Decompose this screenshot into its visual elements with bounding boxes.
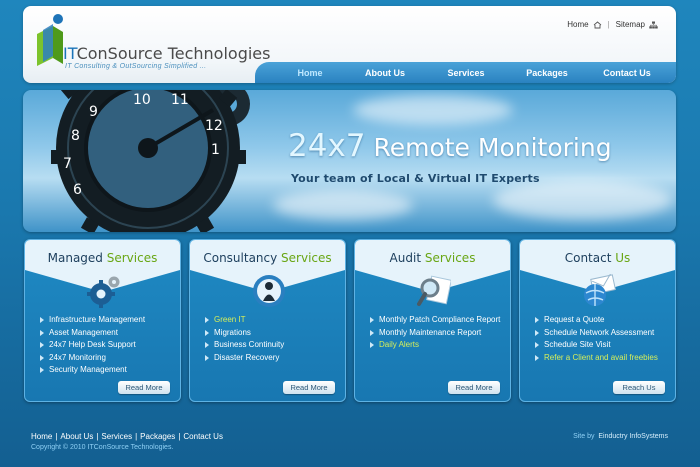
logo-icon[interactable]: [31, 12, 67, 70]
list-item[interactable]: Daily Alerts: [369, 339, 509, 352]
read-more-button[interactable]: Read More: [118, 381, 170, 394]
box-title-highlight: Services: [424, 251, 476, 265]
nav-item-services[interactable]: Services: [425, 68, 507, 78]
banner-subtitle: Your team of Local & Virtual IT Experts: [291, 172, 540, 185]
tagline: IT Consulting & OutSourcing Simplified .…: [65, 63, 207, 70]
magnifier-icon: [417, 275, 451, 306]
service-list: Monthly Patch Compliance Report Monthly …: [369, 314, 509, 352]
box-title: Audit Services: [355, 251, 510, 265]
list-item[interactable]: Request a Quote: [534, 314, 674, 327]
clock-number: 12: [205, 118, 223, 134]
top-links-separator: |: [607, 20, 610, 29]
box-title-main: Audit: [389, 251, 425, 265]
cloud-shape: [273, 190, 413, 220]
home-icon: [593, 20, 601, 28]
box-title-highlight: Us: [615, 251, 631, 265]
list-item[interactable]: Schedule Site Visit: [534, 339, 674, 352]
sitemap-icon: [649, 21, 658, 28]
site-by-label: Site by: [573, 433, 595, 440]
box-title: Managed Services: [25, 251, 180, 265]
box-title: Consultancy Services: [190, 251, 345, 265]
list-item[interactable]: Migrations: [204, 327, 344, 340]
list-item[interactable]: 24x7 Monitoring: [39, 352, 179, 365]
clock-number: 8: [71, 128, 80, 144]
service-list: Green IT Migrations Business Continuity …: [204, 314, 344, 364]
list-item[interactable]: Business Continuity: [204, 339, 344, 352]
managed-services-box: Managed Services Infrastructure Manageme…: [24, 239, 181, 402]
service-list: Request a Quote Schedule Network Assessm…: [534, 314, 674, 364]
read-more-button[interactable]: Read More: [448, 381, 500, 394]
mail-globe-icon: [584, 274, 616, 306]
banner-title-number: 24x7: [288, 128, 366, 164]
footer-separator: |: [96, 432, 99, 441]
reach-us-button[interactable]: Reach Us: [613, 381, 665, 394]
top-link-sitemap-label: Sitemap: [615, 20, 645, 29]
logo-prefix: IT: [63, 44, 77, 63]
list-item[interactable]: Security Management: [39, 364, 179, 377]
box-title-main: Contact: [564, 251, 616, 265]
cloud-shape: [353, 95, 513, 125]
footer-link-services[interactable]: Services: [101, 432, 132, 441]
logo-rest: ConSource Technologies: [76, 44, 271, 63]
top-links: Home | Sitemap: [567, 20, 658, 29]
list-item[interactable]: Monthly Maintenance Report: [369, 327, 509, 340]
consultancy-services-box: Consultancy Services Green IT Migrations…: [189, 239, 346, 402]
clock-number: 6: [73, 182, 82, 198]
list-item[interactable]: Infrastructure Management: [39, 314, 179, 327]
consultant-icon: [253, 275, 285, 307]
gears-icon: [87, 276, 120, 308]
main-nav: Home About Us Services Packages Contact …: [255, 62, 676, 83]
footer-nav: Home | About Us | Services | Packages | Contact …: [31, 432, 223, 441]
clock-number: 7: [63, 156, 72, 172]
site-by-credit: Site by Einductry InfoSystems: [573, 433, 668, 440]
list-item[interactable]: Asset Management: [39, 327, 179, 340]
logo-text[interactable]: ITConSource Technologies: [63, 44, 270, 63]
contact-us-box: Contact Us Request a Quote Schedule Netw…: [519, 239, 676, 402]
read-more-button[interactable]: Read More: [283, 381, 335, 394]
nav-item-contact-us[interactable]: Contact Us: [587, 68, 667, 78]
box-title-main: Consultancy: [203, 251, 282, 265]
list-item[interactable]: Monthly Patch Compliance Report: [369, 314, 509, 327]
top-link-sitemap[interactable]: Sitemap: [616, 20, 658, 29]
service-list: Infrastructure Management Asset Manageme…: [39, 314, 179, 377]
copyright-text: Copyright © 2010 ITConSource Technologie…: [31, 444, 174, 451]
banner-title-text: Remote Monitoring: [365, 133, 612, 162]
site-by-link[interactable]: Einductry InfoSystems: [598, 433, 668, 440]
list-item[interactable]: Green IT: [204, 314, 344, 327]
list-item[interactable]: Refer a Client and avail freebies: [534, 352, 674, 365]
clock-number: 1: [211, 142, 220, 158]
list-item[interactable]: 24x7 Help Desk Support: [39, 339, 179, 352]
clock-number: 9: [89, 104, 98, 120]
top-link-home[interactable]: Home: [567, 20, 601, 29]
hero-banner: 6 7 8 9 10 11 12 1 24x7 Remote Monitorin…: [23, 90, 676, 232]
nav-item-home[interactable]: Home: [275, 68, 345, 78]
clock-gear-graphic: 6 7 8 9 10 11 12 1: [51, 90, 250, 232]
nav-item-packages[interactable]: Packages: [507, 68, 587, 78]
footer-separator: |: [55, 432, 58, 441]
audit-services-box: Audit Services Monthly Patch Compliance …: [354, 239, 511, 402]
box-title: Contact Us: [520, 251, 675, 265]
list-item[interactable]: Schedule Network Assessment: [534, 327, 674, 340]
box-title-highlight: Services: [281, 251, 332, 265]
clock-number: 11: [171, 92, 189, 108]
footer-separator: |: [178, 432, 181, 441]
footer-link-home[interactable]: Home: [31, 432, 52, 441]
box-title-highlight: Services: [106, 251, 158, 265]
clock-number: 10: [133, 92, 151, 108]
box-title-main: Managed: [47, 251, 107, 265]
site-header: ITConSource Technologies IT Consulting &…: [23, 6, 676, 83]
footer-separator: |: [135, 432, 138, 441]
footer-link-packages[interactable]: Packages: [140, 432, 175, 441]
footer-link-about-us[interactable]: About Us: [60, 432, 93, 441]
cloud-shape: [493, 180, 673, 220]
footer-link-contact-us[interactable]: Contact Us: [183, 432, 223, 441]
nav-item-about-us[interactable]: About Us: [345, 68, 425, 78]
banner-title: 24x7 Remote Monitoring: [288, 128, 612, 164]
top-link-home-label: Home: [567, 20, 589, 29]
list-item[interactable]: Disaster Recovery: [204, 352, 344, 365]
